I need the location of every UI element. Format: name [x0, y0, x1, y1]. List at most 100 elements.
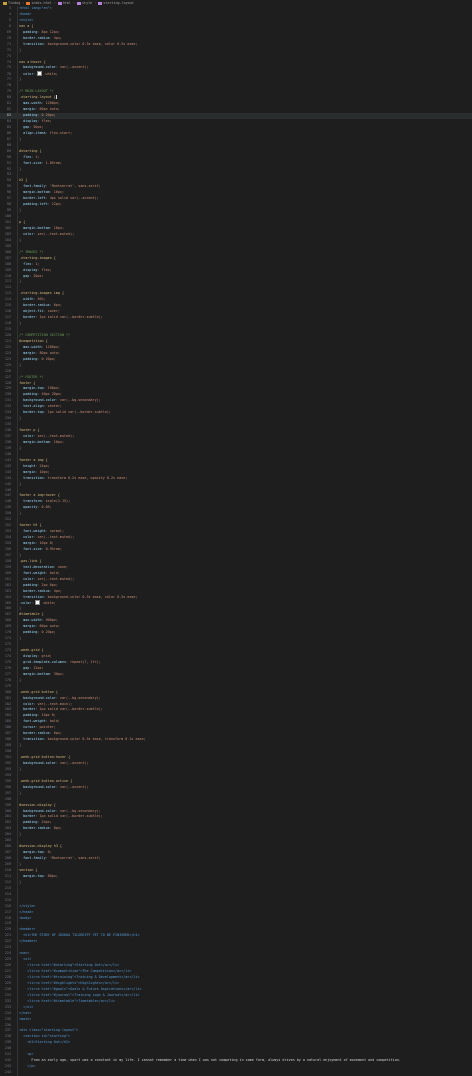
code-text: section {	[15, 867, 38, 872]
code-text: #starting {	[15, 148, 42, 153]
code-text: }	[15, 208, 22, 213]
code-text: }	[15, 237, 22, 242]
code-text: }	[15, 136, 22, 141]
code-text: margin-top: 80px;	[23, 873, 58, 878]
code-text: /* COMPETITION SECTION */	[15, 332, 71, 337]
code-text: gap: 12px;	[23, 665, 44, 670]
code-text: flex: 1;	[23, 154, 40, 159]
code-text: <h1>THE STORY OF JOSHUA TILGREIFF YET TO…	[15, 933, 140, 938]
folder-icon	[3, 1, 7, 5]
code-text: .pas-link {	[15, 558, 42, 563]
code-text: grid-template-columns: repeat(7, 1fr);	[23, 659, 101, 664]
code-text: }	[15, 481, 22, 486]
code-text: margin-bottom: 16px;	[23, 190, 65, 195]
color-swatch-icon[interactable]	[37, 71, 43, 77]
code-text: background-color: var(--bg-secondary);	[23, 695, 101, 700]
code-symbol-icon	[57, 1, 62, 5]
code-text: border-radius: 8px;	[23, 826, 62, 831]
code-text: background-color: var(--accent);	[23, 784, 89, 789]
code-text: footer a img {	[15, 457, 48, 462]
code-text: background-color: var(--accent);	[23, 760, 89, 765]
code-text: gap: 50px;	[23, 124, 44, 129]
code-text: #session-display h3 {	[15, 844, 62, 849]
code-text: </header>	[15, 939, 38, 944]
code-text: border-left: 4px solid var(--accent);	[23, 196, 99, 201]
code-text: }	[15, 77, 22, 82]
code-text: display: grid;	[23, 653, 52, 658]
code-text: </style>	[15, 903, 36, 908]
line-number: 244	[4, 1070, 11, 1075]
code-text: object-fit: cover;	[23, 309, 60, 314]
code-text: background-color: var(--bg-secondary);	[23, 808, 101, 813]
code-text: </nav>	[15, 1010, 32, 1015]
code-text: font-weight: normal;	[23, 529, 65, 534]
code-text: display: flex;	[23, 267, 52, 272]
code-text: border: 1px solid var(--border-subtle);	[23, 814, 103, 819]
breadcrumb-label: starting-layout	[103, 1, 134, 5]
code-text: max-width: 1200px;	[23, 344, 60, 349]
code-line[interactable]: 244	[0, 1070, 472, 1076]
code-text: transition: transform 0.2s ease, opacity…	[23, 475, 128, 480]
code-text: }	[15, 362, 22, 367]
code-text: background-color: var(--bg-secondary);	[23, 398, 101, 403]
code-text: <div class="starting-layout">	[15, 1028, 79, 1033]
code-text: text-align: center;	[23, 404, 62, 409]
color-swatch-icon[interactable]	[35, 600, 41, 606]
code-text: color: var(--text-main);	[23, 701, 73, 706]
code-text: }	[15, 766, 22, 771]
breadcrumb-label: index.html	[31, 1, 52, 5]
code-text: <head>	[15, 11, 32, 16]
code-text: transform: scale(1.15);	[23, 499, 71, 504]
code-text: margin-bottom: 30px;	[23, 671, 65, 676]
code-text: /* FOOTER */	[15, 374, 44, 379]
code-text: }	[15, 862, 22, 866]
code-text: margin-bottom: 16px;	[23, 439, 65, 444]
code-text: }	[15, 677, 22, 682]
code-text: #competition {	[15, 338, 48, 343]
code-text: padding: 2px 6px;	[23, 582, 58, 587]
code-text: max-width: 1200px;	[23, 101, 60, 106]
code-text: padding: 0 20px;	[23, 356, 56, 361]
code-text: From an early age, sport was a constant …	[15, 1058, 401, 1063]
code-text: font-weight: bold;	[23, 570, 60, 575]
code-text: display: flex;	[23, 118, 52, 123]
code-text: }	[15, 879, 22, 884]
breadcrumb-label: Tindog	[8, 1, 21, 5]
code-text: .week-grid button {	[15, 689, 58, 694]
code-text: font-family: 'Montserrat', sans-serif;	[23, 856, 101, 861]
code-text: margin: 60px auto;	[23, 107, 60, 112]
code-text: border-radius: 4px;	[23, 35, 62, 40]
code-text: }	[15, 321, 22, 326]
code-text: margin-top: 0;	[23, 850, 52, 855]
code-text: padding-left: 12px;	[23, 202, 62, 207]
code-text: }	[15, 511, 22, 516]
code-text: .color: white;	[19, 600, 56, 606]
code-text: color: var(--text-muted);	[23, 576, 75, 581]
code-text: margin: 80px auto;	[23, 350, 60, 355]
code-text: margin: 10px;	[23, 469, 50, 474]
code-text: nav a:hover {	[15, 59, 46, 64]
code-text: <li><a href="#timetable">Timetable</a></…	[15, 998, 116, 1003]
code-text: #session-display {	[15, 802, 56, 807]
code-symbol-icon	[76, 1, 81, 5]
code-text: padding: 24px;	[23, 820, 52, 825]
code-text: cursor: pointer;	[23, 725, 56, 730]
code-text: padding: 8px 12px;	[23, 29, 60, 34]
code-text: }	[15, 445, 22, 450]
code-text: background-color: var(--accent);	[23, 65, 89, 70]
code-text: }	[15, 636, 22, 641]
code-text: margin-bottom: 16px;	[23, 225, 65, 230]
code-text: </head>	[15, 909, 34, 914]
code-text: }	[15, 790, 22, 795]
code-text: height: 24px;	[23, 463, 50, 468]
code-text: <main>	[15, 1016, 32, 1021]
code-text: font-size: 1.05rem;	[23, 160, 62, 165]
code-text: <body>	[15, 915, 32, 920]
code-text: }	[15, 416, 22, 421]
code-text: <p>	[15, 1052, 34, 1057]
code-editor[interactable]: 3 <html lang="en"> 4 <head> 5 <style> 6 nav…	[0, 6, 472, 1076]
code-text: <li><a href="#journal">Training Logs & J…	[15, 992, 140, 997]
code-text: <h2>Starting Out</h2>	[15, 1040, 71, 1045]
code-text: <li><a href="#goals">Goals & Future Aspi…	[15, 986, 142, 991]
code-text: width: 50%;	[23, 297, 46, 302]
